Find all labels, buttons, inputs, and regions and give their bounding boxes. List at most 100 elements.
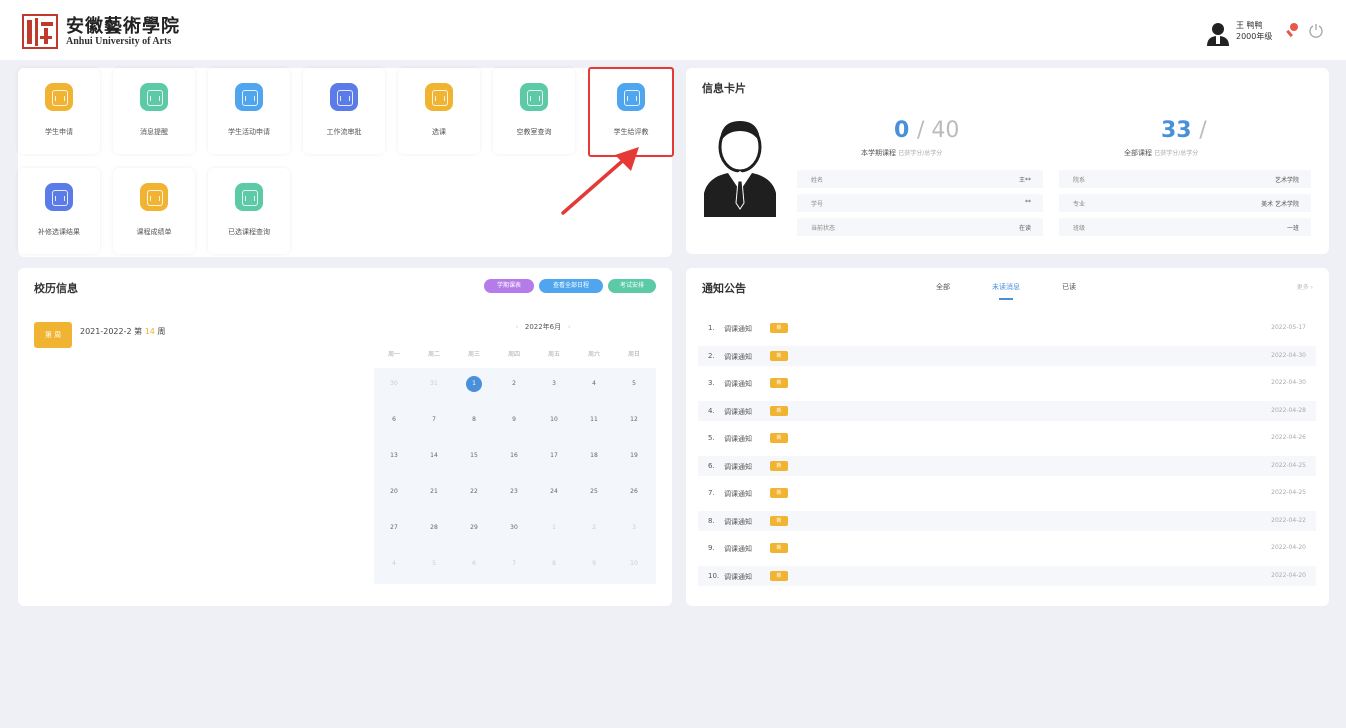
app-tile-selected-courses[interactable]: 已选课程查询	[208, 168, 290, 254]
new-badge: 新	[770, 433, 788, 443]
calendar-day[interactable]: 7	[494, 560, 534, 567]
calendar-day[interactable]: 8	[454, 416, 494, 423]
tab-unread[interactable]: 未读消息	[992, 282, 1020, 292]
calendar-day[interactable]: 3	[614, 524, 654, 531]
calendar-day[interactable]: 14	[414, 452, 454, 459]
month-label: 2022年6月	[524, 323, 562, 331]
tag-exam[interactable]: 考试安排	[608, 279, 656, 293]
info-row: 专业 美术 艺术学院	[1059, 194, 1311, 212]
notice-date: 2022-04-20	[1271, 571, 1306, 579]
notice-index: 6.	[708, 461, 715, 470]
notice-item[interactable]: 9. 调课通知 新 2022-04-20	[698, 538, 1316, 558]
top-header: 安徽藝術學院 Anhui University of Arts 王 鸭鸭 200…	[0, 0, 1346, 60]
calendar-day[interactable]: 30	[374, 380, 414, 387]
notice-item[interactable]: 2. 调课通知 新 2022-04-30	[698, 345, 1316, 366]
info-row: 当前状态 在读	[797, 218, 1043, 236]
prev-month-button[interactable]: ‹	[515, 323, 518, 331]
calendar-day[interactable]: 28	[414, 524, 454, 531]
calendar-day[interactable]: 6	[374, 416, 414, 423]
calendar-day[interactable]: 1	[534, 524, 574, 531]
calendar-day[interactable]: 5	[414, 560, 454, 567]
weekday-label: 周五	[547, 351, 560, 358]
more-link[interactable]: 更多 ›	[1297, 282, 1313, 291]
weekday-label: 周四	[507, 351, 520, 358]
app-tile-message[interactable]: 消息提醒	[113, 68, 195, 154]
tab-all[interactable]: 全部	[936, 282, 950, 292]
logo[interactable]: 安徽藝術學院 Anhui University of Arts	[22, 10, 1022, 54]
calendar-day[interactable]: 25	[574, 488, 614, 495]
calendar-day[interactable]: 30	[494, 524, 534, 531]
calendar-day[interactable]: 24	[534, 488, 574, 495]
calendar-day[interactable]: 16	[494, 452, 534, 459]
notice-date: 2022-04-30	[1271, 351, 1306, 359]
calendar-day[interactable]: 9	[574, 560, 614, 567]
info-card-panel: 信息卡片 0 / 40 本学期课程 已获学分/总学分 33 / 全部课程 已获学…	[686, 68, 1329, 254]
app-icon	[520, 83, 548, 111]
app-tile-student-apply[interactable]: 学生申请	[18, 68, 100, 154]
calendar-day[interactable]: 20	[374, 488, 414, 495]
notice-title: 调课通知	[724, 407, 752, 416]
notice-index: 1.	[708, 324, 715, 332]
calendar-day[interactable]: 6	[454, 560, 494, 567]
notice-item[interactable]: 7. 调课通知 新 2022-04-25	[698, 483, 1316, 503]
notice-item[interactable]: 6. 调课通知 新 2022-04-25	[698, 455, 1316, 476]
calendar-day[interactable]: 4	[374, 560, 414, 567]
notice-date: 2022-04-22	[1271, 516, 1306, 524]
calendar-day[interactable]: 12	[614, 416, 654, 423]
notice-title: 调课通知	[724, 435, 752, 443]
next-month-button[interactable]: ›	[568, 323, 571, 331]
calendar-day[interactable]: 17	[534, 452, 574, 459]
calendar-day[interactable]: 13	[374, 452, 414, 459]
tab-read[interactable]: 已读	[1062, 282, 1076, 292]
calendar-day[interactable]: 7	[414, 416, 454, 423]
calendar-day[interactable]: 2	[494, 380, 534, 387]
app-tile-course-select[interactable]: 选课	[398, 68, 480, 154]
app-icon	[45, 183, 73, 211]
calendar-day[interactable]: 26	[614, 488, 654, 495]
user-avatar-icon[interactable]	[1205, 20, 1231, 46]
app-tile-makeup-result[interactable]: 补修选课结果	[18, 168, 100, 254]
notice-date: 2022-04-28	[1271, 406, 1306, 414]
notice-item[interactable]: 4. 调课通知 新 2022-04-28	[698, 400, 1316, 421]
calendar-day[interactable]: 2	[574, 524, 614, 531]
calendar-day[interactable]: 23	[494, 488, 534, 495]
logo-title-en: Anhui University of Arts	[66, 36, 172, 47]
calendar-day[interactable]: 22	[454, 488, 494, 495]
notice-index: 9.	[708, 544, 715, 552]
app-tile-empty-room[interactable]: 空教室查询	[493, 68, 575, 154]
calendar-day[interactable]: 27	[374, 524, 414, 531]
calendar-day[interactable]: 10	[614, 560, 654, 567]
calendar-day[interactable]: 10	[534, 416, 574, 423]
calendar-day[interactable]: 31	[414, 380, 454, 387]
calendar-day[interactable]: 4	[574, 380, 614, 387]
power-icon[interactable]	[1308, 22, 1324, 38]
calendar-day[interactable]: 9	[494, 416, 534, 423]
calendar-day[interactable]: 8	[534, 560, 574, 567]
calendar-day[interactable]: 1	[454, 380, 494, 387]
notice-item[interactable]: 3. 调课通知 新 2022-04-30	[698, 373, 1316, 393]
notice-item[interactable]: 5. 调课通知 新 2022-04-26	[698, 428, 1316, 448]
notice-title: 调课通知	[724, 462, 752, 471]
notice-date: 2022-04-26	[1271, 434, 1306, 441]
calendar-day[interactable]: 3	[534, 380, 574, 387]
app-tile-transcript[interactable]: 课程成绩单	[113, 168, 195, 254]
notice-item[interactable]: 1. 调课通知 新 2022-05-17	[698, 318, 1316, 338]
calendar-day[interactable]: 11	[574, 416, 614, 423]
notice-item[interactable]: 10. 调课通知 新 2022-04-20	[698, 565, 1316, 586]
notice-item[interactable]: 8. 调课通知 新 2022-04-22	[698, 510, 1316, 531]
tag-all-schedule[interactable]: 查看全部日程	[539, 279, 603, 293]
app-tile-workflow[interactable]: 工作流审批	[303, 68, 385, 154]
calendar-day[interactable]: 19	[614, 452, 654, 459]
app-tile-activity-apply[interactable]: 学生活动申请	[208, 68, 290, 154]
user-name[interactable]: 王 鸭鸭 2000年级	[1236, 20, 1272, 42]
term-credits: 0 / 40	[894, 118, 960, 143]
calendar-day[interactable]: 21	[414, 488, 454, 495]
calendar-day[interactable]: 18	[574, 452, 614, 459]
calendar-day[interactable]: 15	[454, 452, 494, 459]
calendar-day[interactable]: 29	[454, 524, 494, 531]
key-icon[interactable]	[1284, 22, 1300, 38]
app-icon	[425, 83, 453, 111]
tag-term-schedule[interactable]: 学期课表	[484, 279, 534, 293]
notice-title: 调课通知	[724, 490, 752, 498]
calendar-day[interactable]: 5	[614, 380, 654, 387]
